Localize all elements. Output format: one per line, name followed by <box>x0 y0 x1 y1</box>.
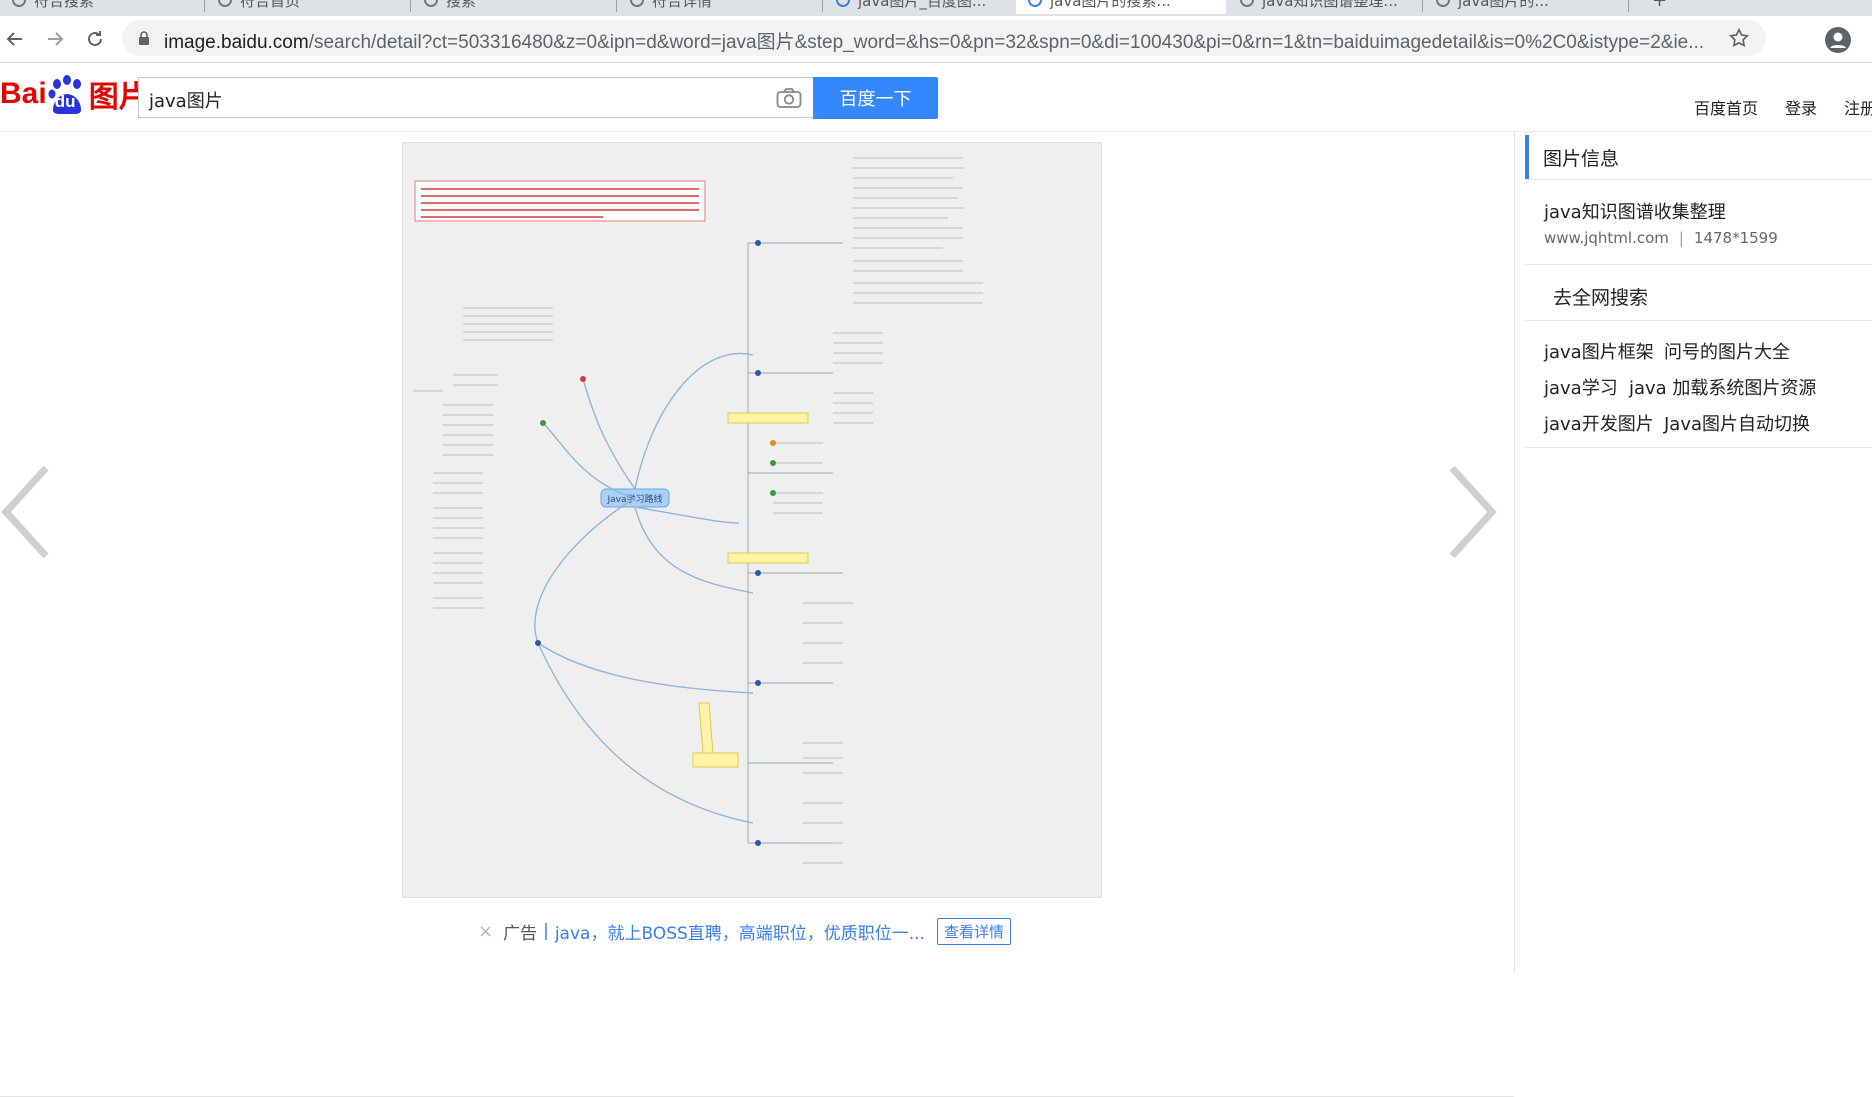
related-search-link[interactable]: java开发图片 <box>1544 410 1654 436</box>
baidu-paw-icon <box>1028 0 1042 7</box>
forward-button[interactable] <box>40 24 70 54</box>
baidu-image-logo[interactable]: Bai du 图片 <box>0 72 149 116</box>
next-arrow-icon[interactable] <box>1446 462 1498 562</box>
browser-tab[interactable]: 搜索 <box>412 0 612 14</box>
baidu-paw-icon <box>836 0 850 7</box>
image-size: 1478*1599 <box>1693 229 1778 247</box>
globe-icon <box>1436 0 1450 7</box>
back-arrow-icon <box>6 32 22 46</box>
address-bar[interactable]: image.baidu.com/search/detail?ct=5033164… <box>122 20 1766 56</box>
globe-icon <box>1240 0 1254 7</box>
tab-separator <box>616 0 617 12</box>
plus-icon: + <box>1652 0 1668 11</box>
related-search-link[interactable]: 问号的图片大全 <box>1664 338 1790 364</box>
baidu-paw-icon: du <box>48 74 86 114</box>
related-search-link[interactable]: java 加载系统图片资源 <box>1629 374 1816 400</box>
browser-tab[interactable]: java知识图谱整理... <box>1228 0 1418 14</box>
globe-icon <box>218 0 232 7</box>
tab-separator <box>1628 0 1629 12</box>
sidebar-divider <box>1525 320 1872 321</box>
sidebar-divider <box>1525 447 1872 448</box>
close-icon[interactable]: × <box>478 921 493 942</box>
back-button[interactable] <box>0 24 30 54</box>
browser-tab[interactable]: 符合详情 <box>618 0 818 14</box>
tab-separator <box>822 0 823 12</box>
ad-banner: × 广告 | java，就上BOSS直聘，高端职位，优质职位一... 查看详情 <box>478 916 1011 946</box>
forward-arrow-icon <box>48 32 64 46</box>
search-button[interactable]: 百度一下 <box>813 77 938 119</box>
image-viewer: Java学习路线 × 广告 | java，就上BOSS直聘，高端职位，优质职位一… <box>0 132 1514 1097</box>
sidebar-divider <box>1525 264 1872 265</box>
ad-detail-button[interactable]: 查看详情 <box>936 917 1011 945</box>
sidebar-divider <box>1525 179 1872 180</box>
globe-icon <box>630 0 644 7</box>
url-text: image.baidu.com/search/detail?ct=5033164… <box>164 32 1705 53</box>
camera-icon[interactable] <box>776 87 802 109</box>
related-search-link[interactable]: java图片框架 <box>1544 338 1654 364</box>
result-image[interactable]: Java学习路线 <box>402 142 1102 898</box>
image-info-heading: 图片信息 <box>1525 135 1872 179</box>
reload-button[interactable] <box>80 24 110 54</box>
mindmap-image: Java学习路线 <box>403 143 1101 897</box>
chrome-divider <box>0 62 1872 63</box>
register-link[interactable]: 注册 <box>1844 95 1872 119</box>
image-meta: www.jqhtml.com | 1478*1599 <box>1544 229 1778 247</box>
related-search-link[interactable]: java学习 <box>1544 374 1618 400</box>
tab-separator <box>1422 0 1423 12</box>
search-input[interactable]: java图片 <box>138 77 814 118</box>
related-search-link[interactable]: Java图片自动切换 <box>1664 410 1810 436</box>
previous-arrow-icon[interactable] <box>0 462 52 562</box>
tab-separator <box>410 0 411 12</box>
browser-tab-active[interactable]: java图片的搜索... <box>1016 0 1226 14</box>
image-info-sidebar: 图片信息 java知识图谱收集整理 www.jqhtml.com | 1478*15… <box>1514 132 1872 972</box>
new-tab-button[interactable]: + <box>1640 0 1680 14</box>
profile-icon[interactable] <box>1824 26 1852 54</box>
tab-separator <box>204 0 205 12</box>
globe-icon <box>12 0 26 7</box>
globe-icon <box>424 0 438 7</box>
star-icon[interactable] <box>1728 27 1750 49</box>
browser-tab[interactable]: java图片的... <box>1424 0 1624 14</box>
lock-icon <box>139 31 149 45</box>
image-source[interactable]: www.jqhtml.com <box>1544 229 1669 247</box>
browser-tab[interactable]: 符合首页 <box>206 0 406 14</box>
baidu-home-link[interactable]: 百度首页 <box>1694 95 1758 119</box>
reload-icon <box>88 31 102 46</box>
ad-link[interactable]: java，就上BOSS直聘，高端职位，优质职位一... <box>555 919 925 944</box>
ad-tag: 广告 <box>503 923 538 944</box>
browser-tab-strip: 符合搜索 符合首页 搜索 符合详情 java图片_百度图... java图片的搜… <box>0 0 1872 16</box>
browser-tab[interactable]: 符合搜索 <box>0 0 200 14</box>
image-title[interactable]: java知识图谱收集整理 <box>1544 198 1726 224</box>
browser-toolbar: image.baidu.com/search/detail?ct=5033164… <box>0 16 1872 62</box>
ad-divider: | <box>543 921 549 941</box>
browser-tab[interactable]: java图片_百度图... <box>824 0 1014 14</box>
web-search-heading: 去全网搜索 <box>1553 286 1649 309</box>
login-link[interactable]: 登录 <box>1785 95 1817 119</box>
